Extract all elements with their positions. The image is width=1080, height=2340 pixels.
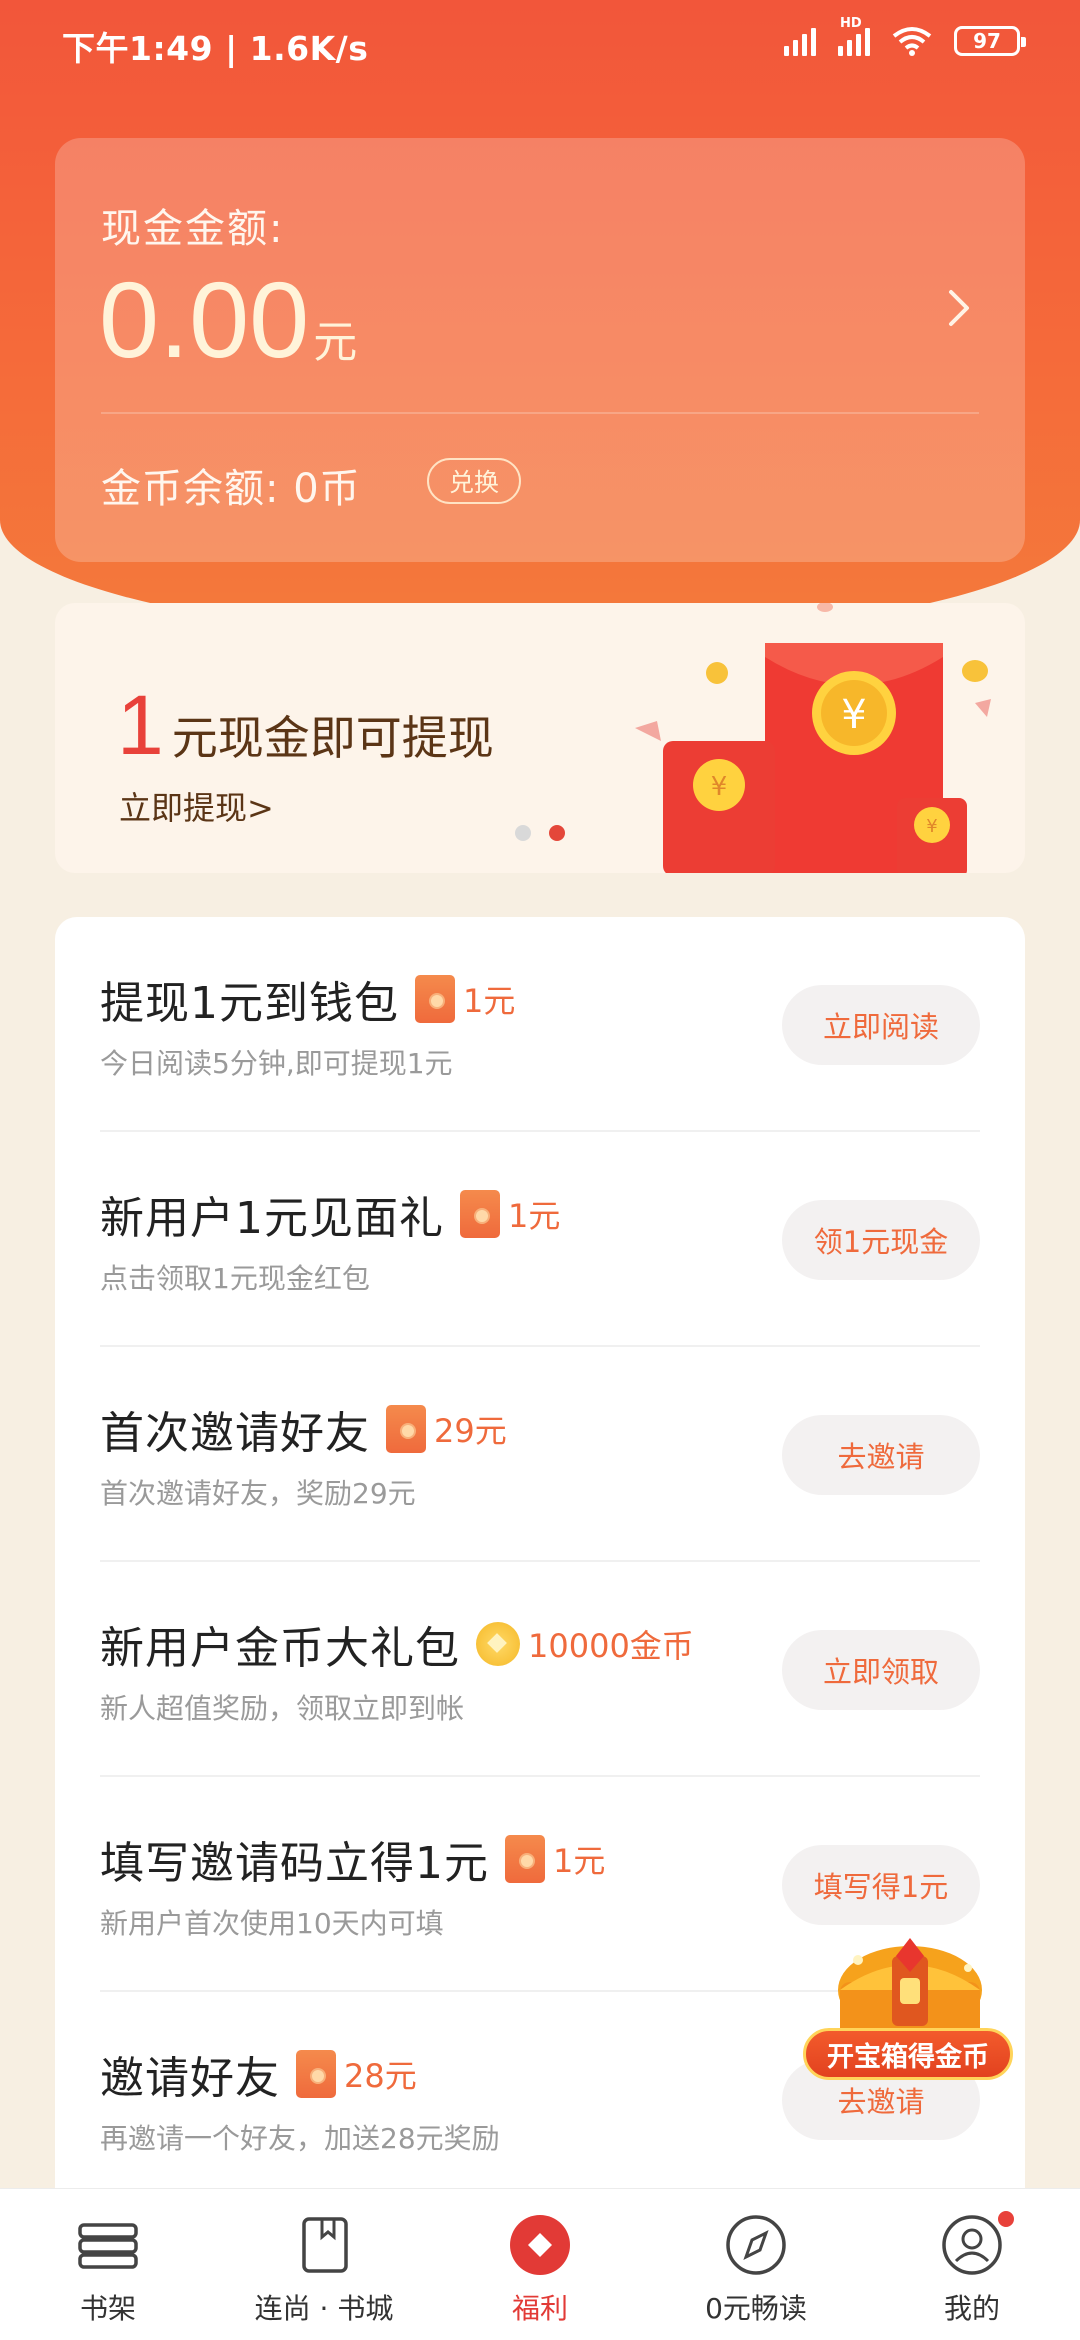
nav-item-bookshelf[interactable]: 书架 — [0, 2189, 216, 2340]
svg-text:¥: ¥ — [926, 816, 937, 837]
red-envelope-icon — [505, 1835, 545, 1883]
task-reward: 10000金币 — [528, 1627, 694, 1665]
open-treasure-button[interactable]: 开宝箱得金币 — [803, 2028, 1013, 2080]
banner-title: 1 元现金即可提现 — [117, 683, 494, 768]
red-envelope-icon — [415, 975, 455, 1023]
red-envelope-icon — [386, 1405, 426, 1453]
status-bar: 下午1:49 | 1.6K/s HD 97 — [0, 0, 1080, 90]
task-title: 新用户1元见面礼 — [100, 1193, 444, 1244]
task-subtitle: 点击领取1元现金红包 — [100, 1262, 370, 1295]
nav-label: 我的 — [943, 2292, 1000, 2325]
nav-item-profile[interactable]: 我的 — [864, 2189, 1080, 2340]
status-time: 下午1:49 | 1.6K/s — [62, 29, 369, 68]
battery-icon: 97 — [954, 26, 1026, 56]
cash-amount: 0.00元 — [99, 266, 357, 374]
welfare-icon — [510, 2215, 570, 2275]
bookshelf-icon — [78, 2223, 138, 2269]
task-row: 新用户金币大礼包 10000金币 新人超值奖励，领取立即到帐 立即领取 — [100, 1562, 980, 1777]
nav-item-welfare[interactable]: 福利 — [432, 2189, 648, 2340]
carousel-indicator — [515, 825, 565, 841]
svg-text:¥: ¥ — [711, 772, 728, 802]
cash-amount-value: 0.00 — [99, 259, 310, 380]
withdraw-link[interactable]: 立即提现> — [119, 783, 274, 829]
chevron-right-icon[interactable] — [939, 288, 979, 328]
svg-text:¥: ¥ — [841, 692, 866, 738]
coin-icon — [476, 1622, 520, 1666]
task-reward: 1元 — [463, 982, 516, 1020]
signal-icon — [784, 26, 816, 56]
task-title: 提现1元到钱包 — [100, 978, 399, 1029]
nav-item-bookstore[interactable]: 连尚 · 书城 — [216, 2189, 432, 2340]
task-subtitle: 首次邀请好友，奖励29元 — [100, 1477, 416, 1510]
read-now-button[interactable]: 立即阅读 — [782, 985, 980, 1065]
red-envelope-icon — [460, 1190, 500, 1238]
task-title: 新用户金币大礼包 — [100, 1623, 460, 1674]
coin-balance: 金币余额: 0币 — [101, 466, 361, 512]
divider — [101, 412, 979, 414]
exchange-button[interactable]: 兑换 — [427, 458, 521, 504]
claim-now-button[interactable]: 立即领取 — [782, 1630, 980, 1710]
notification-badge — [996, 2209, 1016, 2229]
banner-number: 1 — [117, 678, 164, 772]
task-subtitle: 新用户首次使用10天内可填 — [100, 1907, 444, 1940]
cash-balance-card[interactable]: 现金金额: 0.00元 金币余额: 0币 兑换 — [55, 138, 1025, 562]
profile-icon — [942, 2215, 1002, 2275]
cash-label: 现金金额: — [101, 206, 285, 252]
task-row: 提现1元到钱包 1元 今日阅读5分钟,即可提现1元 立即阅读 — [100, 917, 980, 1132]
nav-label: 书架 — [79, 2292, 136, 2325]
bottom-nav: 书架 连尚 · 书城 福利 0元畅读 我的 — [0, 2188, 1080, 2340]
task-subtitle: 新人超值奖励，领取立即到帐 — [100, 1692, 465, 1725]
red-envelope-illustration: ¥ ¥ ¥ — [635, 603, 991, 873]
task-row: 新用户1元见面礼 1元 点击领取1元现金红包 领1元现金 — [100, 1132, 980, 1347]
claim-cash-button[interactable]: 领1元现金 — [782, 1200, 980, 1280]
bookstore-icon — [302, 2217, 348, 2273]
carousel-dot-active — [549, 825, 565, 841]
task-title: 填写邀请码立得1元 — [100, 1838, 489, 1889]
task-subtitle: 今日阅读5分钟,即可提现1元 — [100, 1047, 453, 1080]
task-row: 首次邀请好友 29元 首次邀请好友，奖励29元 去邀请 — [100, 1347, 980, 1562]
task-reward: 1元 — [508, 1197, 561, 1235]
compass-icon — [726, 2215, 786, 2275]
nav-label: 连尚 · 书城 — [254, 2292, 394, 2325]
invite-button[interactable]: 去邀请 — [782, 1415, 980, 1495]
status-icons: HD 97 — [784, 16, 1026, 56]
withdraw-banner[interactable]: 1 元现金即可提现 立即提现> ¥ ¥ ¥ — [55, 603, 1025, 873]
enter-invite-code-button[interactable]: 填写得1元 — [782, 1845, 980, 1925]
nav-label: 福利 — [511, 2292, 568, 2325]
task-reward: 28元 — [344, 2057, 417, 2095]
red-envelope-icon — [296, 2050, 336, 2098]
task-reward: 1元 — [553, 1842, 606, 1880]
carousel-dot — [515, 825, 531, 841]
banner-text: 元现金即可提现 — [171, 711, 494, 765]
task-title: 邀请好友 — [100, 2053, 280, 2104]
hd-signal-icon: HD — [838, 16, 870, 56]
cash-unit: 元 — [313, 318, 358, 367]
wifi-icon — [892, 27, 932, 56]
task-subtitle: 再邀请一个好友，加送28元奖励 — [100, 2122, 500, 2155]
nav-label: 0元畅读 — [705, 2292, 807, 2325]
nav-item-free-read[interactable]: 0元畅读 — [648, 2189, 864, 2340]
task-title: 首次邀请好友 — [100, 1408, 370, 1459]
task-reward: 29元 — [434, 1412, 507, 1450]
